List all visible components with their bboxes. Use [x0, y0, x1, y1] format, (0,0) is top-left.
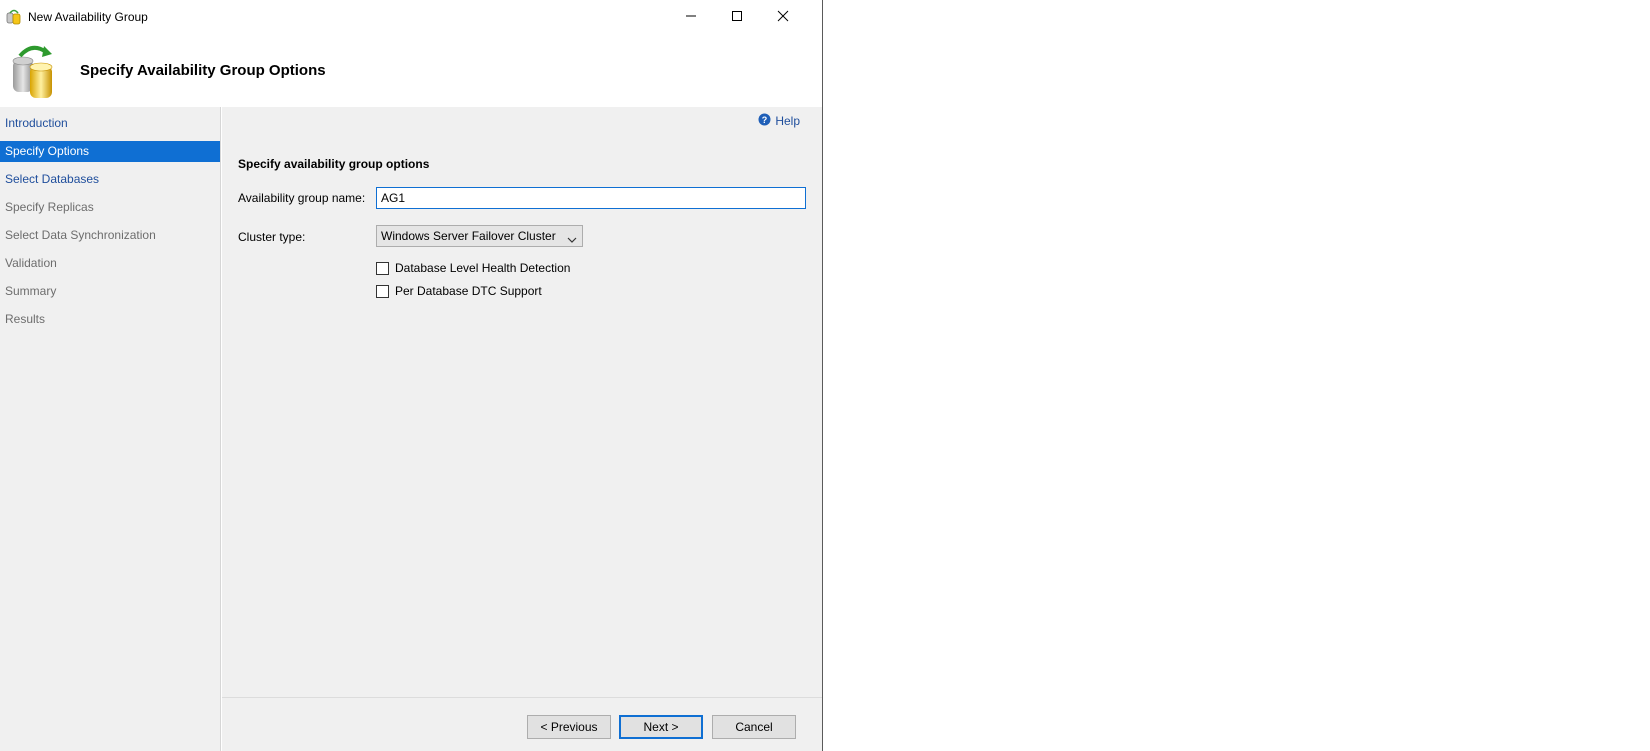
availability-group-large-icon	[10, 42, 62, 101]
dtc-support-checkbox[interactable]	[376, 284, 389, 298]
sidebar-item-select-data-synchronization: Select Data Synchronization	[5, 228, 156, 242]
footer-divider	[222, 697, 822, 698]
sidebar-item-specify-replicas: Specify Replicas	[5, 200, 94, 214]
dtc-support-label: Per Database DTC Support	[395, 284, 542, 298]
sidebar-item-select-databases[interactable]: Select Databases	[0, 169, 220, 190]
close-icon	[777, 10, 789, 25]
section-title: Specify availability group options	[238, 157, 430, 171]
dtc-support-option[interactable]: Per Database DTC Support	[376, 284, 542, 298]
sidebar-item-specify-options[interactable]: Specify Options	[0, 141, 220, 162]
page-title: Specify Availability Group Options	[80, 62, 326, 79]
db-health-detection-label: Database Level Health Detection	[395, 261, 571, 275]
help-link[interactable]: ? Help	[758, 113, 800, 129]
sidebar-item-introduction[interactable]: Introduction	[0, 113, 220, 134]
sidebar-item-results: Results	[5, 312, 46, 326]
chevron-down-icon	[567, 231, 577, 251]
wizard-window: New Availability Group Specify Availabil…	[0, 0, 823, 751]
close-button[interactable]	[760, 0, 806, 34]
next-button[interactable]: Next >	[619, 715, 703, 739]
cluster-type-value: Windows Server Failover Cluster	[381, 229, 556, 243]
db-health-detection-checkbox[interactable]	[376, 261, 389, 275]
help-icon: ?	[758, 113, 771, 129]
wizard-header: Specify Availability Group Options	[0, 34, 822, 107]
minimize-icon	[685, 10, 697, 25]
cancel-button[interactable]: Cancel	[712, 715, 796, 739]
ag-name-label: Availability group name:	[238, 191, 366, 205]
cluster-type-select[interactable]: Windows Server Failover Cluster	[376, 225, 583, 247]
sidebar-item-summary: Summary	[5, 284, 57, 298]
cluster-type-label: Cluster type:	[238, 230, 306, 244]
maximize-icon	[731, 10, 743, 25]
svg-text:?: ?	[762, 115, 768, 125]
db-health-detection-option[interactable]: Database Level Health Detection	[376, 261, 570, 275]
sidebar-item-validation: Validation	[5, 256, 57, 270]
wizard-steps-sidebar: Introduction Specify Options Select Data…	[0, 107, 221, 751]
window-title: New Availability Group	[28, 10, 148, 24]
availability-group-icon	[6, 9, 22, 28]
help-label: Help	[775, 114, 800, 128]
maximize-button[interactable]	[714, 0, 760, 34]
minimize-button[interactable]	[668, 0, 714, 34]
main-panel: ? Help Specify availability group option…	[222, 107, 822, 751]
ag-name-input[interactable]	[376, 187, 806, 209]
previous-button[interactable]: < Previous	[527, 715, 611, 739]
title-bar: New Availability Group	[0, 0, 822, 34]
